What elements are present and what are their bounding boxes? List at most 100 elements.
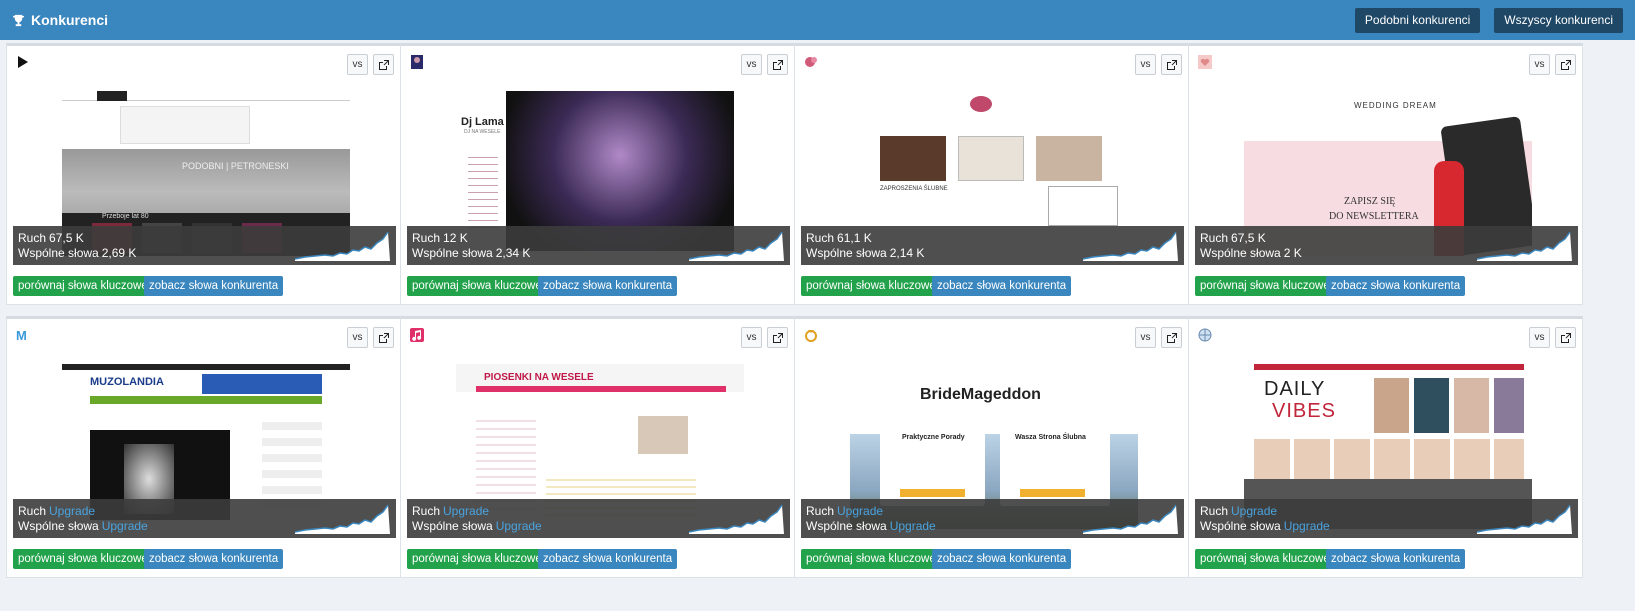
common-words-label: Wspólne słowa: [412, 519, 493, 533]
m-icon: M: [15, 327, 31, 343]
vs-compare-button[interactable]: vs: [741, 327, 762, 348]
common-words-value: 2,69 K: [101, 246, 137, 260]
traffic-label: Ruch: [18, 504, 47, 518]
competitors-grid: vs PODOBNI | PETRONESKI Przeboje lat 80 …: [0, 40, 1635, 611]
competitor-card: vs Dj Lama DJ NA WESELE Ruch 12 K Wspólne…: [400, 43, 795, 305]
thumb-caption: Przeboje lat 80: [102, 213, 149, 220]
traffic-value: 67,5 K: [1231, 231, 1266, 245]
vs-compare-button[interactable]: vs: [1135, 54, 1156, 75]
thumb-caption: PIOSENKI NA WESELE: [484, 372, 594, 383]
traffic-value[interactable]: Upgrade: [1231, 504, 1277, 518]
thumb-caption: Praktyczne Porady: [902, 434, 965, 441]
external-link-icon[interactable]: [767, 54, 788, 75]
see-competitor-words-button[interactable]: zobacz słowa konkurenta: [144, 276, 284, 296]
stats-overlay: Ruch Upgrade Wspólne słowa Upgrade: [1195, 499, 1578, 538]
traffic-value: 67,5 K: [49, 231, 84, 245]
svg-text:M: M: [16, 328, 27, 343]
external-link-icon[interactable]: [1161, 327, 1182, 348]
external-link-icon[interactable]: [767, 327, 788, 348]
compare-keywords-button[interactable]: porównaj słowa kluczowe: [13, 276, 153, 296]
see-competitor-words-button[interactable]: zobacz słowa konkurenta: [932, 549, 1072, 569]
competitor-card: vs WEDDING DREAM ZAPISZ SIĘ DO NEWSLETTE…: [1188, 43, 1583, 305]
music-icon: [409, 327, 425, 343]
header-bar: Konkurenci Podobni konkurenci Wszyscy ko…: [0, 0, 1635, 40]
common-words-label: Wspólne słowa: [806, 519, 887, 533]
all-competitors-button[interactable]: Wszyscy konkurenci: [1494, 7, 1623, 33]
traffic-trend-sparkline: [295, 504, 390, 534]
traffic-label: Ruch: [1200, 504, 1229, 518]
similar-competitors-button[interactable]: Podobni konkurenci: [1354, 7, 1481, 33]
external-link-icon[interactable]: [1555, 54, 1576, 75]
competitor-card: vs BrideMageddon Praktyczne Porady Wasza…: [794, 316, 1189, 578]
external-link-icon[interactable]: [373, 54, 394, 75]
traffic-value[interactable]: Upgrade: [837, 504, 883, 518]
thumb-caption: ZAPISZ SIĘ: [1344, 196, 1396, 207]
external-link-icon[interactable]: [1555, 327, 1576, 348]
external-link-icon[interactable]: [1161, 54, 1182, 75]
common-words-value[interactable]: Upgrade: [102, 519, 148, 533]
see-competitor-words-button[interactable]: zobacz słowa konkurenta: [1326, 549, 1466, 569]
vs-compare-button[interactable]: vs: [347, 327, 368, 348]
compare-keywords-button[interactable]: porównaj słowa kluczowe: [407, 549, 547, 569]
traffic-label: Ruch: [412, 231, 441, 245]
thumb-caption: DO NEWSLETTERA: [1329, 211, 1419, 222]
page-title: Konkurenci: [12, 12, 108, 28]
play-icon: [15, 54, 31, 70]
traffic-value: 61,1 K: [837, 231, 872, 245]
competitor-card: vs ZAPROSZENIA ŚLUBNE Ruch 61,1 K Wspólne…: [794, 43, 1189, 305]
common-words-label: Wspólne słowa: [18, 246, 99, 260]
vs-compare-button[interactable]: vs: [1135, 327, 1156, 348]
traffic-label: Ruch: [1200, 231, 1229, 245]
see-competitor-words-button[interactable]: zobacz słowa konkurenta: [538, 276, 678, 296]
compare-keywords-button[interactable]: porównaj słowa kluczowe: [1195, 276, 1335, 296]
compare-keywords-button[interactable]: porównaj słowa kluczowe: [801, 276, 941, 296]
thumb-caption: WEDDING DREAM: [1354, 101, 1437, 110]
common-words-value: 2,14 K: [889, 246, 925, 260]
traffic-trend-sparkline: [689, 504, 784, 534]
stats-overlay: Ruch 67,5 K Wspólne słowa 2 K: [1195, 226, 1578, 265]
stats-overlay: Ruch Upgrade Wspólne słowa Upgrade: [13, 499, 396, 538]
vs-compare-button[interactable]: vs: [1529, 54, 1550, 75]
heart-icon: [1197, 54, 1213, 70]
common-words-label: Wspólne słowa: [412, 246, 493, 260]
external-link-icon[interactable]: [373, 327, 394, 348]
traffic-value[interactable]: Upgrade: [49, 504, 95, 518]
common-words-label: Wspólne słowa: [1200, 246, 1281, 260]
thumb-caption: MUZOLANDIA: [90, 376, 164, 388]
stats-overlay: Ruch 61,1 K Wspólne słowa 2,14 K: [801, 226, 1184, 265]
traffic-label: Ruch: [412, 504, 441, 518]
common-words-label: Wspólne słowa: [18, 519, 99, 533]
traffic-label: Ruch: [806, 231, 835, 245]
compare-keywords-button[interactable]: porównaj słowa kluczowe: [1195, 549, 1335, 569]
traffic-value: 12 K: [443, 231, 468, 245]
common-words-value[interactable]: Upgrade: [496, 519, 542, 533]
stats-overlay: Ruch 12 K Wspólne słowa 2,34 K: [407, 226, 790, 265]
see-competitor-words-button[interactable]: zobacz słowa konkurenta: [932, 276, 1072, 296]
traffic-trend-sparkline: [295, 231, 390, 261]
compare-keywords-button[interactable]: porównaj słowa kluczowe: [407, 276, 547, 296]
ring-icon: [803, 327, 819, 343]
common-words-value: 2,34 K: [495, 246, 531, 260]
see-competitor-words-button[interactable]: zobacz słowa konkurenta: [538, 549, 678, 569]
traffic-value[interactable]: Upgrade: [443, 504, 489, 518]
thumb-caption: BrideMageddon: [920, 386, 1041, 403]
compare-keywords-button[interactable]: porównaj słowa kluczowe: [13, 549, 153, 569]
vs-compare-button[interactable]: vs: [741, 54, 762, 75]
common-words-value[interactable]: Upgrade: [890, 519, 936, 533]
globe-icon: [1197, 327, 1213, 343]
competitor-card: M vs MUZOLANDIA Ruch Upgrade Wspólne słow…: [6, 316, 401, 578]
traffic-trend-sparkline: [1083, 231, 1178, 261]
vs-compare-button[interactable]: vs: [1529, 327, 1550, 348]
thumb-caption: ZAPROSZENIA ŚLUBNE: [880, 186, 948, 192]
see-competitor-words-button[interactable]: zobacz słowa konkurenta: [144, 549, 284, 569]
compare-keywords-button[interactable]: porównaj słowa kluczowe: [801, 549, 941, 569]
common-words-value[interactable]: Upgrade: [1284, 519, 1330, 533]
traffic-trend-sparkline: [1477, 504, 1572, 534]
thumb-caption: Wasza Strona Ślubna: [1015, 434, 1086, 441]
stats-overlay: Ruch 67,5 K Wspólne słowa 2,69 K: [13, 226, 396, 265]
stats-overlay: Ruch Upgrade Wspólne słowa Upgrade: [407, 499, 790, 538]
trophy-icon: [12, 14, 25, 26]
see-competitor-words-button[interactable]: zobacz słowa konkurenta: [1326, 276, 1466, 296]
vs-compare-button[interactable]: vs: [347, 54, 368, 75]
competitor-card: vs PODOBNI | PETRONESKI Przeboje lat 80 …: [6, 43, 401, 305]
